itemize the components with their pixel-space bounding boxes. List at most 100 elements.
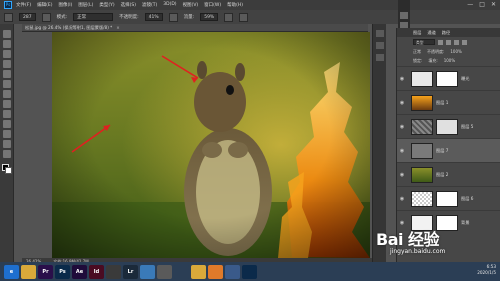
filter-type-icon[interactable]: [454, 39, 459, 45]
premiere-icon[interactable]: Pr: [38, 264, 53, 279]
layer-name[interactable]: 图层 1: [436, 100, 448, 106]
minimize-button[interactable]: —: [467, 1, 473, 8]
quick-select-tool-icon[interactable]: [3, 60, 11, 68]
adjustments-panel-icon[interactable]: [376, 54, 384, 61]
tab-paths[interactable]: 路径: [442, 30, 450, 36]
qq-icon[interactable]: [174, 264, 189, 279]
photoshop2-icon[interactable]: [242, 264, 257, 279]
clock-date[interactable]: 2020/1/5: [477, 270, 496, 276]
indesign-icon[interactable]: Id: [89, 264, 104, 279]
flow-label: 流量:: [183, 15, 195, 20]
layer-mask-thumbnail[interactable]: [436, 190, 458, 207]
layer-row[interactable]: ◉ 图层 2: [397, 162, 500, 186]
pen-tool-icon[interactable]: [3, 130, 11, 138]
document-tab[interactable]: 松鼠.jpg @ 26.4% (保况等射1, 图层蒙版/8) * ×: [22, 24, 368, 32]
layer-mask-thumbnail[interactable]: [436, 118, 458, 135]
visibility-eye-icon[interactable]: ◉: [397, 196, 407, 202]
menu-filter[interactable]: 滤镜(T): [142, 2, 157, 8]
healing-tool-icon[interactable]: [3, 90, 11, 98]
chrome-icon[interactable]: [191, 264, 206, 279]
brush-tool-icon[interactable]: [4, 12, 13, 22]
filter-shape-icon[interactable]: [462, 39, 467, 45]
filter-pixel-icon[interactable]: [438, 39, 443, 45]
menu-image[interactable]: 图像(I): [58, 2, 72, 8]
options-bar: 287 模式: 正常 不透明度: 41% 流量: 59%: [0, 10, 500, 24]
pressure-size-icon[interactable]: [239, 12, 249, 22]
media-icon[interactable]: [106, 264, 121, 279]
aftereffects-icon[interactable]: Ae: [72, 264, 87, 279]
filter-type-select[interactable]: 类型: [413, 39, 435, 45]
type-tool-icon[interactable]: [3, 140, 11, 148]
color-panel-icon[interactable]: [400, 12, 408, 19]
layer-mask-thumbnail[interactable]: [436, 70, 458, 87]
mode-select[interactable]: 正常: [73, 13, 114, 21]
menu-select[interactable]: 选择(S): [121, 2, 136, 8]
photoshop-icon[interactable]: Ps: [55, 264, 70, 279]
layer-name[interactable]: 图层 7: [436, 148, 448, 154]
layer-row[interactable]: ◉ 图层 5: [397, 114, 500, 138]
filter-adjust-icon[interactable]: [446, 39, 451, 45]
ie-icon[interactable]: e: [4, 264, 19, 279]
layer-name[interactable]: 背景: [461, 220, 469, 226]
lightroom-icon[interactable]: Lr: [123, 264, 138, 279]
pressure-opacity-icon[interactable]: [168, 12, 178, 22]
menu-3d[interactable]: 3D(D): [163, 2, 176, 8]
tab-channels[interactable]: 通道: [427, 30, 435, 36]
stamp-tool-icon[interactable]: [3, 110, 11, 118]
brush-size-picker[interactable]: 287: [19, 13, 36, 21]
misc-icon[interactable]: [225, 264, 240, 279]
marquee-tool-icon[interactable]: [3, 40, 11, 48]
visibility-eye-icon[interactable]: ◉: [397, 124, 407, 130]
brush-panel-icon[interactable]: [41, 12, 51, 22]
document-canvas[interactable]: [52, 32, 370, 258]
menu-type[interactable]: 类型(Y): [99, 2, 114, 8]
menu-help[interactable]: 帮助(H): [227, 2, 243, 8]
close-button[interactable]: ✕: [491, 1, 496, 8]
eyedropper-tool-icon[interactable]: [3, 80, 11, 88]
tab-layers[interactable]: 图层: [413, 30, 421, 36]
menu-window[interactable]: 窗口(W): [204, 2, 221, 8]
menu-edit[interactable]: 编辑(E): [37, 2, 52, 8]
visibility-eye-icon[interactable]: ◉: [397, 172, 407, 178]
eraser-tool-icon[interactable]: [3, 120, 11, 128]
photos-icon[interactable]: [140, 264, 155, 279]
opacity-input[interactable]: 41%: [144, 13, 163, 21]
firefox-icon[interactable]: [208, 264, 223, 279]
menu-file[interactable]: 文件(F): [16, 2, 31, 8]
visibility-eye-icon[interactable]: ◉: [397, 220, 407, 226]
visibility-eye-icon[interactable]: ◉: [397, 148, 407, 154]
canvas-image: [52, 32, 370, 258]
app-icon[interactable]: [157, 264, 172, 279]
layer-filter: 类型: [397, 37, 500, 47]
layer-thumbnail: [411, 118, 433, 135]
blend-mode-select[interactable]: 正常: [413, 49, 421, 55]
layer-opacity-value[interactable]: 100%: [450, 49, 461, 54]
crop-tool-icon[interactable]: [3, 70, 11, 78]
menu-layer[interactable]: 图层(L): [78, 2, 93, 8]
brush-tool-icon[interactable]: [3, 100, 11, 108]
layer-row[interactable]: ◉ 图层 1: [397, 90, 500, 114]
layer-row[interactable]: ◉ 图层 6: [397, 186, 500, 210]
folder-icon[interactable]: [21, 264, 36, 279]
background-color-swatch[interactable]: [5, 167, 12, 174]
airbrush-icon[interactable]: [224, 12, 234, 22]
fill-value[interactable]: 100%: [444, 58, 455, 63]
layers-panel-tabs: 图层 通道 路径: [397, 28, 500, 37]
layer-row[interactable]: ◉ 曝光: [397, 66, 500, 90]
hand-tool-icon[interactable]: [3, 150, 11, 158]
layer-name[interactable]: 图层 6: [461, 196, 473, 202]
history-panel-icon[interactable]: [376, 30, 384, 37]
layer-name[interactable]: 图层 2: [436, 172, 448, 178]
visibility-eye-icon[interactable]: ◉: [397, 100, 407, 106]
close-tab-icon[interactable]: ×: [116, 25, 120, 30]
properties-panel-icon[interactable]: [376, 42, 384, 49]
layer-name[interactable]: 图层 5: [461, 124, 473, 130]
layer-row-active[interactable]: ◉ 图层 7: [397, 138, 500, 162]
move-tool-icon[interactable]: [3, 30, 11, 38]
maximize-button[interactable]: □: [479, 1, 485, 8]
layer-name[interactable]: 曝光: [461, 76, 469, 82]
flow-input[interactable]: 59%: [200, 13, 219, 21]
visibility-eye-icon[interactable]: ◉: [397, 76, 407, 82]
menu-view[interactable]: 视图(V): [183, 2, 199, 8]
lasso-tool-icon[interactable]: [3, 50, 11, 58]
